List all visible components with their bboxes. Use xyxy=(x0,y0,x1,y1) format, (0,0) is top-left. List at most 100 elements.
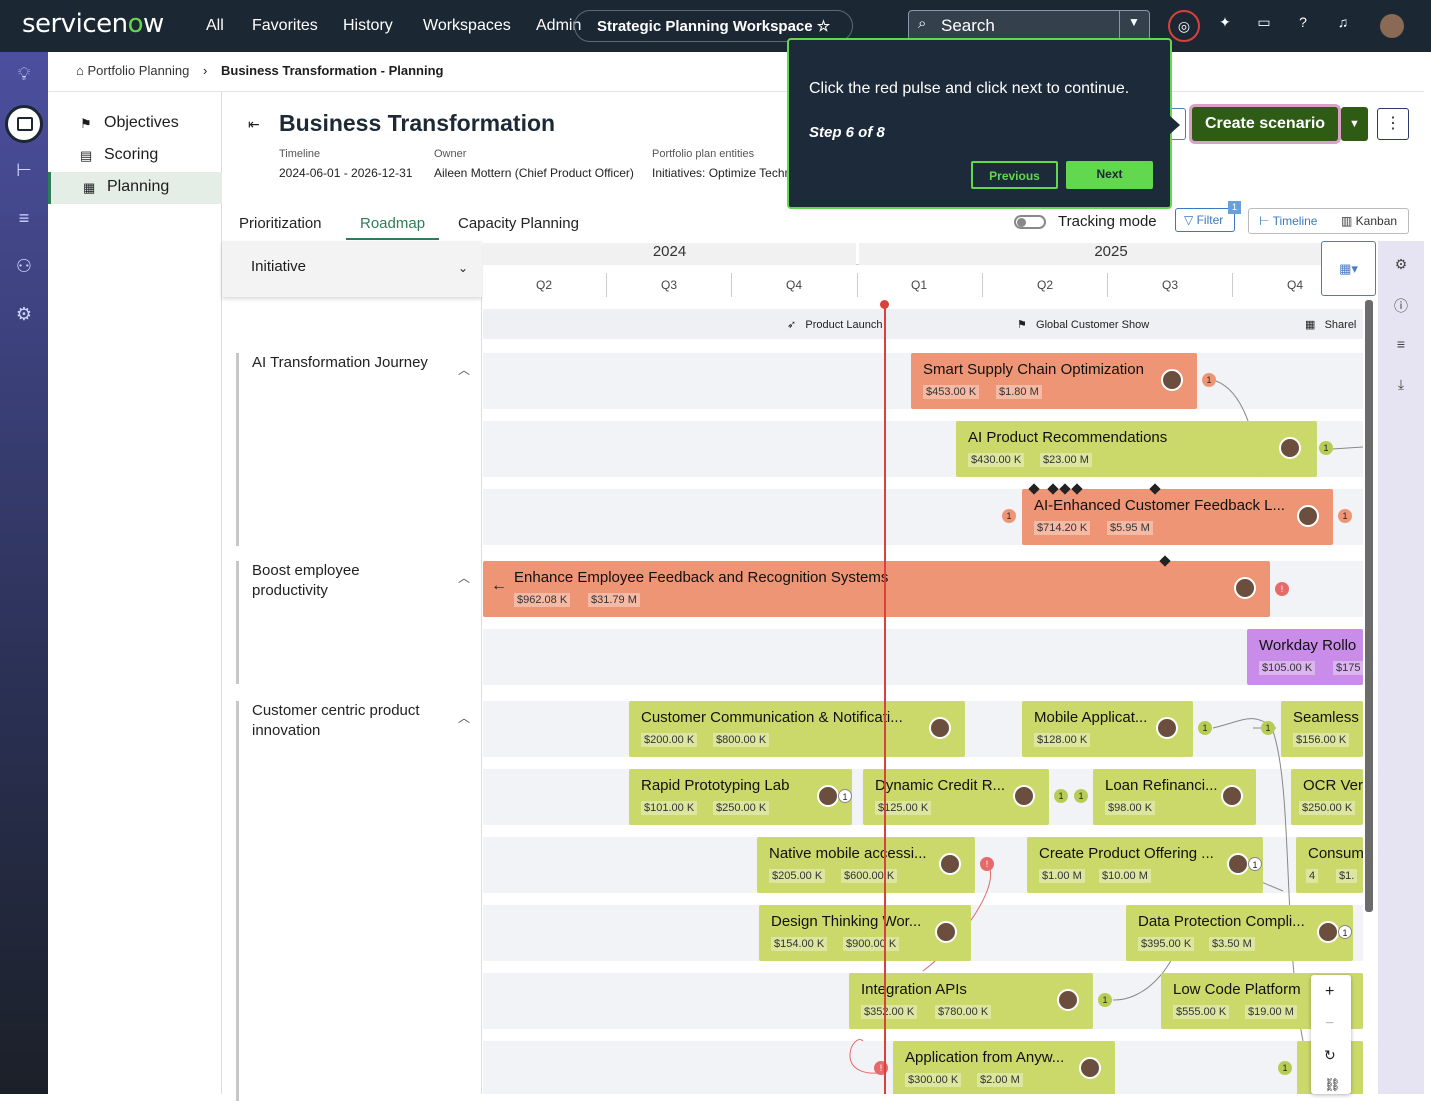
initiative-bar[interactable]: Consum 4 $1. xyxy=(1296,837,1363,893)
tour-next-button[interactable]: Next xyxy=(1066,161,1153,189)
owner-value[interactable]: Aileen Mottern (Chief Product Officer) xyxy=(434,166,634,180)
planning-sidebar: ⚑ Objectives ▤ Scoring ▦ Planning xyxy=(48,92,222,1094)
initiative-bar[interactable]: Rapid Prototyping Lab $101.00 K $250.00 K xyxy=(629,769,852,825)
info-icon[interactable]: ⓘ xyxy=(1391,296,1411,316)
initiative-bar[interactable]: Mobile Applicat... $128.00 K xyxy=(1022,701,1193,757)
filter-button[interactable]: ▽ Filter xyxy=(1175,208,1235,232)
warning-badge[interactable]: ! xyxy=(980,857,994,871)
initiative-bar[interactable]: Workday Rollo $105.00 K $175 xyxy=(1247,629,1363,685)
lightbulb-icon[interactable]: 💡︎ xyxy=(12,64,36,88)
dependency-badge[interactable]: 1 xyxy=(838,789,852,803)
chat-icon[interactable]: ▭ xyxy=(1253,14,1275,36)
sidebar-item-scoring[interactable]: ▤ Scoring xyxy=(48,140,222,172)
initiative-bar[interactable]: Create Product Offering ... $1.00 M $10.00… xyxy=(1027,837,1263,893)
dependency-badge[interactable]: 1 xyxy=(1261,721,1275,735)
nav-workspaces[interactable]: Workspaces xyxy=(423,17,511,35)
sidebar-item-label: Scoring xyxy=(104,146,159,163)
initiative-bar[interactable]: AI-Enhanced Customer Feedback L... $714.2… xyxy=(1022,489,1333,545)
settings-icon[interactable]: ⚙ xyxy=(1391,256,1411,276)
dependency-badge[interactable]: 1 xyxy=(1054,789,1068,803)
dependency-badge[interactable]: 1 xyxy=(1202,373,1216,387)
search-scope-dropdown[interactable]: ▼ xyxy=(1119,11,1149,40)
avatar xyxy=(1079,1057,1101,1079)
nav-history[interactable]: History xyxy=(343,17,393,35)
calendar-dropdown[interactable]: ▦▾ xyxy=(1321,241,1376,296)
group-label: Boost employee productivity xyxy=(252,562,360,599)
workspace-title: Strategic Planning Workspace xyxy=(597,18,813,35)
sparkle-icon[interactable]: ✦ xyxy=(1214,14,1236,36)
avatar xyxy=(1057,989,1079,1011)
list-icon[interactable]: ≡ xyxy=(12,208,36,232)
today-marker[interactable] xyxy=(880,300,889,309)
dependency-badge[interactable]: 1 xyxy=(1319,441,1333,455)
dependency-badge[interactable]: 1 xyxy=(1198,721,1212,735)
tour-pointer xyxy=(1170,116,1180,134)
tracking-mode-label: Tracking mode xyxy=(1058,213,1157,230)
dependency-badge[interactable]: 1 xyxy=(1074,789,1088,803)
initiative-bar[interactable]: Dynamic Credit R... $125.00 K xyxy=(863,769,1049,825)
chevron-down-icon[interactable]: ⌄ xyxy=(458,261,468,275)
dependency-badge[interactable]: 1 xyxy=(1278,1061,1292,1075)
star-icon[interactable]: ☆ xyxy=(817,18,830,35)
gear-icon[interactable]: ⚙ xyxy=(12,304,36,328)
kanban-view-button[interactable]: ▥ Kanban xyxy=(1341,214,1397,228)
initiative-bar[interactable]: Native mobile accessi... $205.00 K $600.00… xyxy=(757,837,975,893)
reset-icon[interactable]: ↻ xyxy=(1324,1047,1336,1064)
initiative-bar[interactable]: Customer Communication & Notificati... $2… xyxy=(629,701,965,757)
initiative-bar[interactable]: ← Enhance Employee Feedback and Recogniti… xyxy=(483,561,1270,617)
search-input[interactable]: ⌕ Search ▼ xyxy=(908,10,1150,41)
collapse-nav-icon[interactable]: ⇤ xyxy=(248,116,260,133)
bell-icon[interactable]: ♫ xyxy=(1332,14,1354,36)
dependency-badge[interactable]: 1 xyxy=(1002,509,1016,523)
create-scenario-dropdown[interactable]: ▼ xyxy=(1341,107,1368,141)
initiative-bar[interactable]: Smart Supply Chain Optimization $453.00 K… xyxy=(911,353,1197,409)
initiative-bar[interactable]: Application from Anyw... $300.00 K $2.00 M xyxy=(893,1041,1115,1094)
servicenow-logo[interactable]: servicenow xyxy=(22,9,164,39)
chevron-up-icon[interactable]: ︿ xyxy=(458,361,470,378)
initiative-bar[interactable]: AI Product Recommendations $430.00 K $23.0… xyxy=(956,421,1317,477)
warning-count[interactable]: 4 xyxy=(1306,869,1319,883)
nav-all[interactable]: All xyxy=(206,17,224,35)
warning-badge[interactable]: ! xyxy=(1275,582,1289,596)
chevron-up-icon[interactable]: ︿ xyxy=(458,709,470,726)
create-scenario-button[interactable]: Create scenario xyxy=(1192,107,1338,141)
hierarchy-icon[interactable]: ⊢ xyxy=(12,160,36,184)
people-icon[interactable]: ⚇ xyxy=(12,256,36,280)
chevron-up-icon[interactable]: ︿ xyxy=(458,569,470,586)
nav-favorites[interactable]: Favorites xyxy=(252,17,318,35)
owner-label: Owner xyxy=(434,148,467,160)
initiative-bar[interactable]: OCR Ver $250.00 K xyxy=(1291,769,1363,825)
timeline-view-button[interactable]: ⊢ Timeline xyxy=(1259,214,1317,228)
initiative-bar[interactable]: Seamless $156.00 K xyxy=(1281,701,1363,757)
dependency-badge[interactable]: 1 xyxy=(1098,993,1112,1007)
vertical-scrollbar[interactable] xyxy=(1365,300,1373,912)
tracking-toggle[interactable] xyxy=(1014,215,1046,229)
tab-capacity-planning[interactable]: Capacity Planning xyxy=(458,215,579,232)
help-icon[interactable]: ? xyxy=(1292,14,1314,36)
more-options-button[interactable]: ⋮ xyxy=(1377,108,1409,140)
briefcase-icon[interactable] xyxy=(5,105,43,143)
filter-count-badge: 1 xyxy=(1228,201,1241,214)
initiative-bar[interactable]: Data Protection Compli... $395.00 K $3.50 … xyxy=(1126,905,1353,961)
initiative-header[interactable]: Initiative ⌄ xyxy=(222,241,482,297)
logo-accent: o xyxy=(127,9,144,39)
zoom-out-button[interactable]: − xyxy=(1325,1015,1334,1033)
avatar[interactable] xyxy=(1380,14,1404,38)
initiative-bar[interactable]: Loan Refinanci... $98.00 K xyxy=(1093,769,1256,825)
avatar xyxy=(939,853,961,875)
list-icon[interactable]: ≡ xyxy=(1391,336,1411,356)
tab-roadmap[interactable]: Roadmap xyxy=(346,215,440,240)
sidebar-item-objectives[interactable]: ⚑ Objectives xyxy=(48,108,222,140)
globe-icon[interactable]: ◎ xyxy=(1168,10,1200,42)
dependency-badge[interactable]: 1 xyxy=(1338,509,1352,523)
dependency-badge[interactable]: 1 xyxy=(1248,857,1262,871)
link-icon[interactable]: ⛓ xyxy=(1324,1077,1341,1093)
download-icon[interactable]: ⤓ xyxy=(1391,376,1411,396)
initiative-bar[interactable]: Design Thinking Wor... $154.00 K $900.00 K xyxy=(759,905,971,961)
dependency-badge[interactable]: 1 xyxy=(1338,925,1352,939)
sidebar-item-planning[interactable]: ▦ Planning xyxy=(48,172,222,204)
tour-previous-button[interactable]: Previous xyxy=(971,161,1058,189)
tab-prioritization[interactable]: Prioritization xyxy=(239,215,322,232)
breadcrumb-root[interactable]: Portfolio Planning xyxy=(87,63,189,78)
zoom-in-button[interactable]: + xyxy=(1325,983,1334,1001)
